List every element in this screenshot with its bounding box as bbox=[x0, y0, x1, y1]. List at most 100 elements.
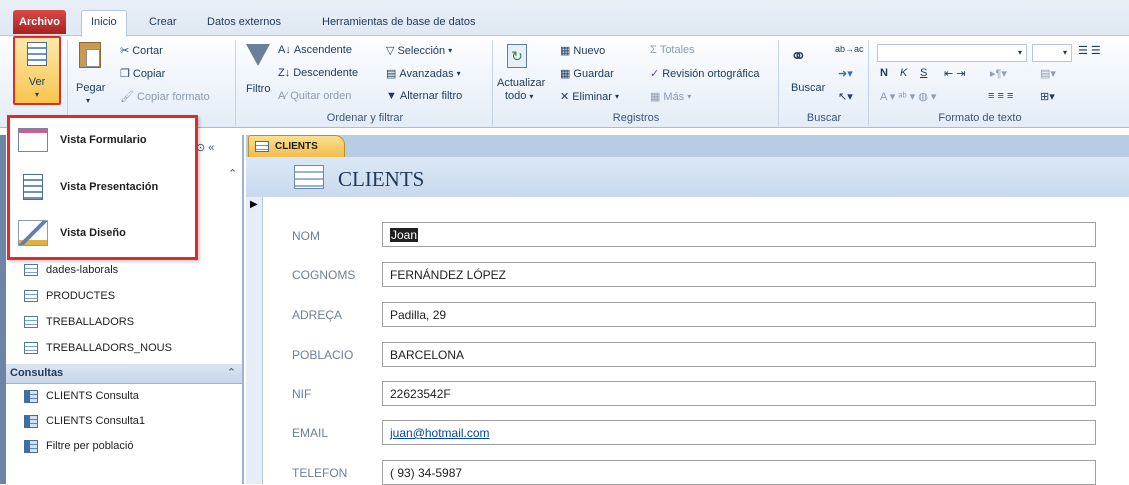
actualizar-label[interactable]: Actualizar bbox=[497, 77, 545, 89]
nav-table-item[interactable]: PRODUCTES bbox=[24, 286, 115, 306]
chevron-down-icon: ▾ bbox=[34, 90, 39, 99]
buscar-button[interactable]: Buscar bbox=[791, 82, 825, 94]
tab-herramientas[interactable]: Herramientas de base de datos bbox=[313, 13, 484, 34]
field-label-nif: NIF bbox=[292, 387, 312, 401]
underline-button[interactable]: S bbox=[920, 67, 927, 79]
sigma-icon: Σ bbox=[650, 44, 657, 56]
field-label-telefon: TELEFON bbox=[292, 466, 348, 480]
avanzadas-button[interactable]: ▤ Avanzadas ▾ bbox=[386, 67, 461, 81]
indent-icon[interactable]: ⇤ ⇥ bbox=[944, 67, 966, 80]
pane-menu-icon[interactable]: ⊙ « bbox=[196, 141, 214, 154]
eliminar-button[interactable]: ✕ Eliminar ▾ bbox=[560, 90, 619, 104]
layout-view-icon bbox=[23, 174, 43, 200]
record-selector[interactable]: ▶ bbox=[246, 197, 263, 484]
email-field[interactable]: juan@hotmail.com bbox=[382, 420, 1096, 445]
poblacio-field[interactable]: BARCELONA bbox=[382, 342, 1096, 367]
descendente-button[interactable]: Z↓ Descendente bbox=[278, 67, 358, 79]
font-name-select[interactable]: ▾ bbox=[877, 44, 1027, 62]
selection-filter-icon: ▽ bbox=[386, 45, 395, 57]
brush-icon: 🖌 bbox=[120, 91, 134, 103]
nav-query-item[interactable]: CLIENTS Consulta1 bbox=[24, 411, 145, 431]
align-icon[interactable]: ≡ ≡ ≡ bbox=[988, 90, 1013, 102]
form-icon bbox=[255, 141, 269, 152]
telefon-field[interactable]: ( 93) 34-5987 bbox=[382, 460, 1096, 485]
seleccion-button[interactable]: ▽ Selección ▾ bbox=[386, 44, 452, 58]
spellcheck-icon: ✓ bbox=[650, 68, 660, 80]
vista-presentacion-item[interactable]: Vista Presentación bbox=[18, 174, 158, 200]
nif-field[interactable]: 22623542F bbox=[382, 381, 1096, 406]
copiar-formato-button[interactable]: 🖌 Copiar formato bbox=[120, 90, 210, 104]
guardar-button[interactable]: ▦ Guardar bbox=[560, 67, 614, 81]
filter-icon bbox=[246, 44, 270, 66]
replace-icon[interactable]: ab→ac bbox=[835, 44, 864, 54]
table-grid-icon[interactable]: ⊞▾ bbox=[1040, 90, 1055, 103]
filtro-button[interactable]: Filtro bbox=[246, 83, 270, 95]
pegar-button[interactable]: Pegar bbox=[76, 82, 105, 94]
vista-diseno-item[interactable]: Vista Diseño bbox=[18, 220, 126, 246]
record-pointer-icon: ▶ bbox=[250, 199, 258, 210]
vista-formulario-item[interactable]: Vista Formulario bbox=[18, 128, 147, 152]
font-size-select[interactable]: ▾ bbox=[1032, 44, 1072, 62]
query-icon bbox=[24, 439, 38, 453]
toggle-filter-icon: ▼ bbox=[386, 90, 397, 102]
group-label-text: Formato de texto bbox=[938, 112, 1022, 124]
nav-table-item[interactable]: TREBALLADORS bbox=[24, 312, 134, 332]
quitar-orden-button[interactable]: A⁄ Quitar orden bbox=[278, 90, 351, 102]
ver-label: Ver bbox=[28, 76, 46, 88]
goto-icon[interactable]: ➜▾ bbox=[838, 67, 853, 80]
document-tab-bar bbox=[246, 135, 1129, 157]
queries-header: Consultas bbox=[10, 367, 64, 379]
copiar-button[interactable]: ❐ Copiar bbox=[120, 67, 165, 81]
revision-button[interactable]: ✓ Revisión ortográfica bbox=[650, 67, 759, 81]
tab-archivo[interactable]: Archivo bbox=[13, 10, 66, 34]
design-view-icon bbox=[18, 220, 48, 246]
italic-button[interactable]: K bbox=[900, 67, 907, 79]
email-link[interactable]: juan@hotmail.com bbox=[390, 426, 490, 440]
save-icon: ▦ bbox=[560, 68, 571, 80]
sort-asc-icon: A↓ bbox=[278, 44, 291, 56]
table-icon bbox=[24, 342, 38, 354]
doc-tab-clients[interactable]: CLIENTS bbox=[248, 135, 345, 157]
ascendente-button[interactable]: A↓ Ascendente bbox=[278, 44, 352, 56]
adreca-field[interactable]: Padilla, 29 bbox=[382, 302, 1096, 327]
paragraph-icon[interactable]: ▸¶▾ bbox=[990, 67, 1007, 80]
actualizar-todo-button[interactable]: todo ▾ bbox=[505, 90, 533, 102]
delete-icon: ✕ bbox=[560, 91, 570, 103]
new-record-icon: ▦ bbox=[560, 45, 571, 57]
clear-sort-icon: A⁄ bbox=[278, 90, 288, 102]
bold-button[interactable]: N bbox=[880, 67, 888, 79]
select-icon[interactable]: ↖▾ bbox=[838, 90, 853, 103]
queries-category-bar[interactable]: Consultas ⌃ bbox=[6, 364, 242, 384]
query-icon bbox=[24, 389, 38, 403]
totales-button[interactable]: Σ Totales bbox=[650, 44, 695, 56]
nav-query-item[interactable]: CLIENTS Consulta bbox=[24, 386, 139, 406]
cognoms-field[interactable]: FERNÁNDEZ LÓPEZ bbox=[382, 262, 1096, 287]
copy-icon: ❐ bbox=[120, 68, 130, 80]
sort-desc-icon: Z↓ bbox=[278, 67, 291, 79]
form-view-icon bbox=[18, 128, 48, 152]
collapse-icon[interactable]: ⌃ bbox=[228, 167, 237, 180]
nav-table-item[interactable]: TREBALLADORS_NOUS bbox=[24, 338, 172, 358]
field-label-email: EMAIL bbox=[292, 426, 329, 440]
nav-table-item[interactable]: dades-laborals bbox=[24, 260, 118, 280]
alternar-filtro-button[interactable]: ▼ Alternar filtro bbox=[386, 90, 462, 102]
tab-inicio[interactable]: Inicio bbox=[81, 10, 127, 37]
table-icon bbox=[24, 316, 38, 328]
bullets-icon[interactable]: ☰ ☰ bbox=[1078, 44, 1101, 57]
form-icon bbox=[294, 165, 324, 189]
nuevo-button[interactable]: ▦ Nuevo bbox=[560, 44, 605, 58]
ver-button[interactable]: Ver ▾ bbox=[13, 36, 61, 105]
nav-query-item[interactable]: Filtre per població bbox=[24, 436, 133, 456]
refresh-icon: ↻ bbox=[507, 44, 527, 68]
nom-field[interactable]: Joan bbox=[382, 222, 1096, 247]
mas-button[interactable]: ▦ Más ▾ bbox=[650, 90, 691, 104]
cortar-button[interactable]: ✂ Cortar bbox=[120, 44, 163, 58]
tab-crear[interactable]: Crear bbox=[140, 13, 186, 34]
gridlines-icon[interactable]: ▤▾ bbox=[1040, 67, 1056, 80]
font-color-icon[interactable]: A ▾ ᵃᵇ ▾ ◍ ▾ bbox=[880, 90, 936, 103]
view-icon bbox=[27, 42, 47, 66]
tab-datos-externos[interactable]: Datos externos bbox=[198, 13, 290, 34]
table-icon bbox=[24, 264, 38, 276]
group-label-sort: Ordenar y filtrar bbox=[326, 112, 404, 124]
form-header: CLIENTS bbox=[246, 157, 1129, 197]
